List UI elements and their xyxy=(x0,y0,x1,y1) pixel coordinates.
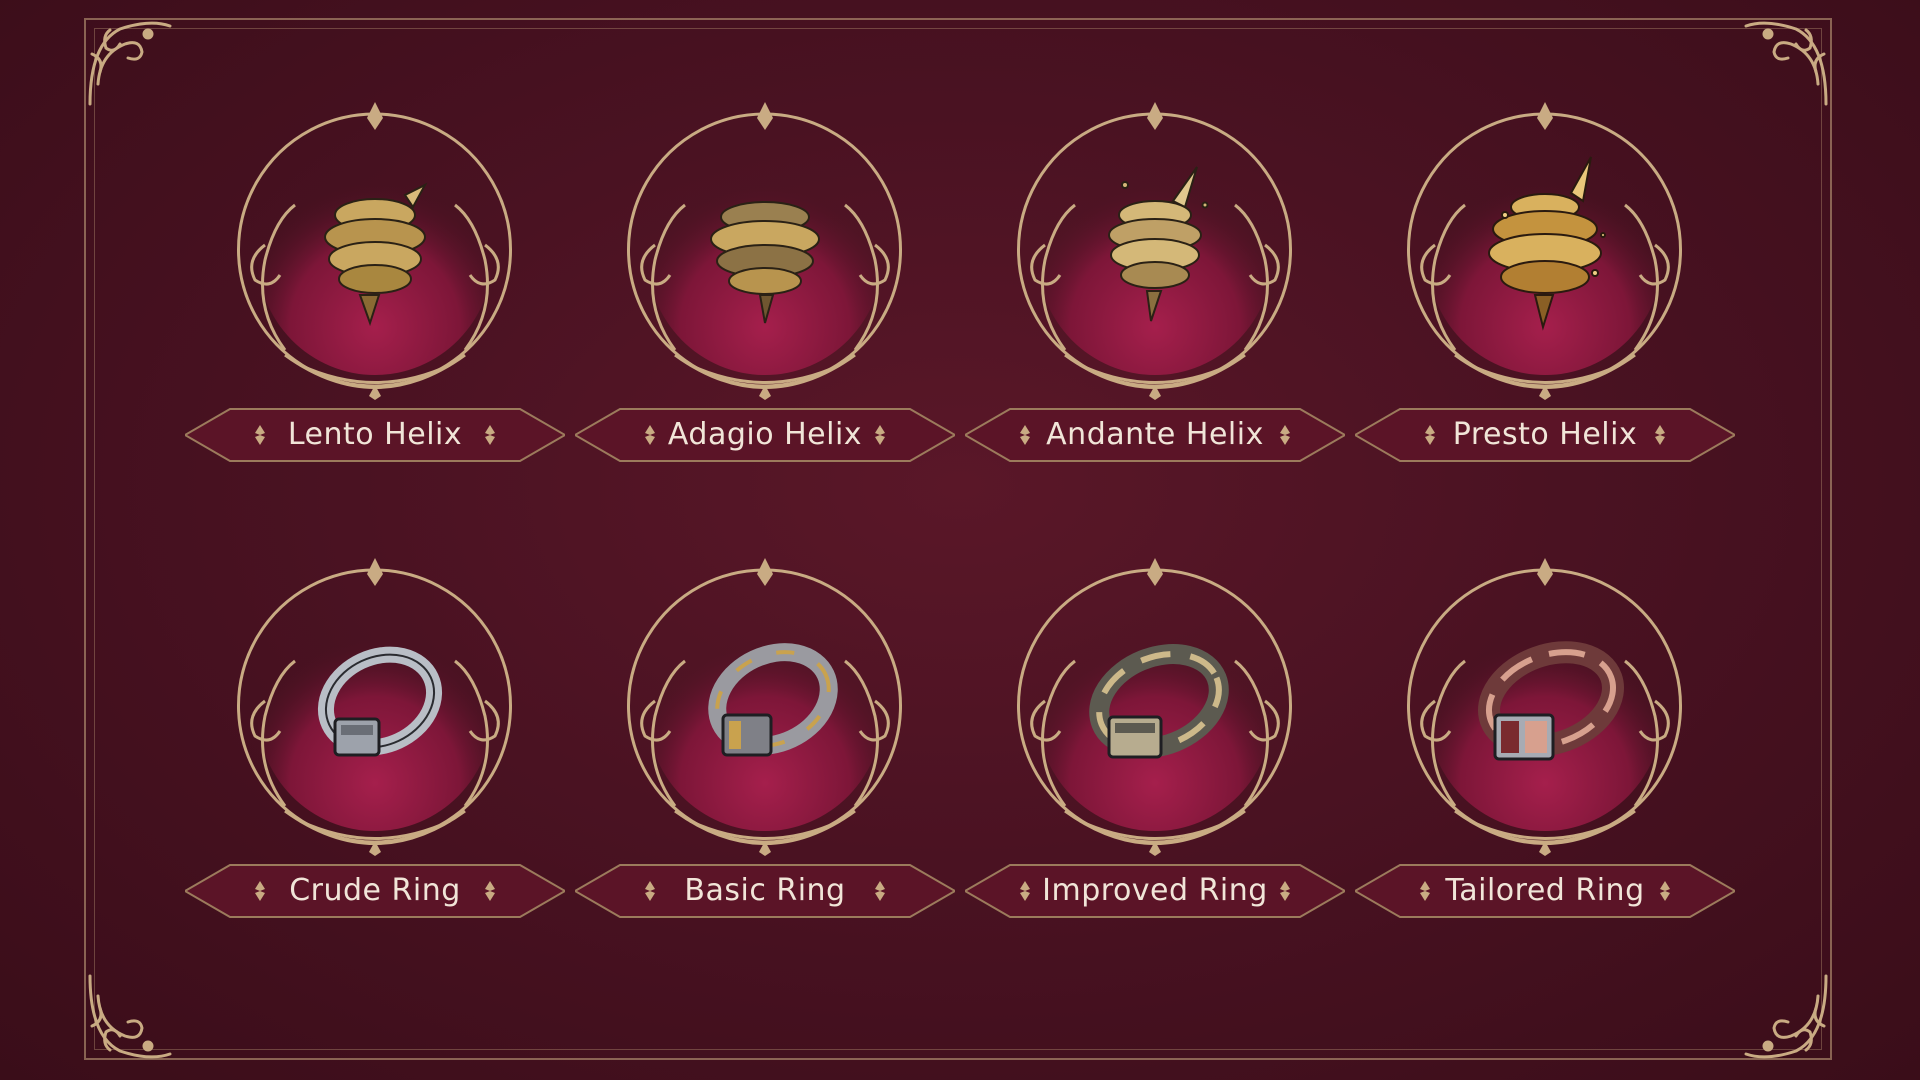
ring-icon xyxy=(317,646,443,757)
ring-icon xyxy=(708,643,838,757)
item-name-label: Basic Ring xyxy=(684,873,846,908)
helix-icon xyxy=(1488,156,1606,331)
item-card-adagio-helix[interactable]: Adagio Helix xyxy=(575,100,955,480)
item-name-label: Crude Ring xyxy=(289,873,461,908)
corner-flourish-icon xyxy=(88,974,172,1059)
corner-flourish-icon xyxy=(1744,974,1828,1059)
item-name-label: Tailored Ring xyxy=(1445,873,1645,908)
item-name-label: Improved Ring xyxy=(1042,873,1268,908)
item-name-label: Adagio Helix xyxy=(667,417,863,452)
item-name-label: Lento Helix xyxy=(287,417,463,452)
item-card-lento-helix[interactable]: Lento Helix xyxy=(185,100,565,480)
item-name-label: Presto Helix xyxy=(1452,417,1638,452)
item-name-label: Andante Helix xyxy=(1046,417,1264,452)
ring-icon xyxy=(1089,644,1229,759)
item-card-basic-ring[interactable]: Basic Ring xyxy=(575,556,955,936)
item-card-presto-helix[interactable]: Presto Helix xyxy=(1355,100,1735,480)
helix-icon xyxy=(1108,166,1209,322)
item-card-andante-helix[interactable]: Andante Helix xyxy=(965,100,1345,480)
item-card-improved-ring[interactable]: Improved Ring xyxy=(965,556,1345,936)
item-card-crude-ring[interactable]: Crude Ring xyxy=(185,556,565,936)
helix-icon xyxy=(710,201,820,324)
corner-flourish-icon xyxy=(88,21,172,106)
helix-icon xyxy=(324,182,428,327)
item-showcase-panel: Lento Helix Adagio Helix Andante Helix P… xyxy=(0,0,1920,1080)
item-card-tailored-ring[interactable]: Tailored Ring xyxy=(1355,556,1735,936)
ring-icon xyxy=(1478,641,1624,761)
corner-flourish-icon xyxy=(1744,21,1828,106)
